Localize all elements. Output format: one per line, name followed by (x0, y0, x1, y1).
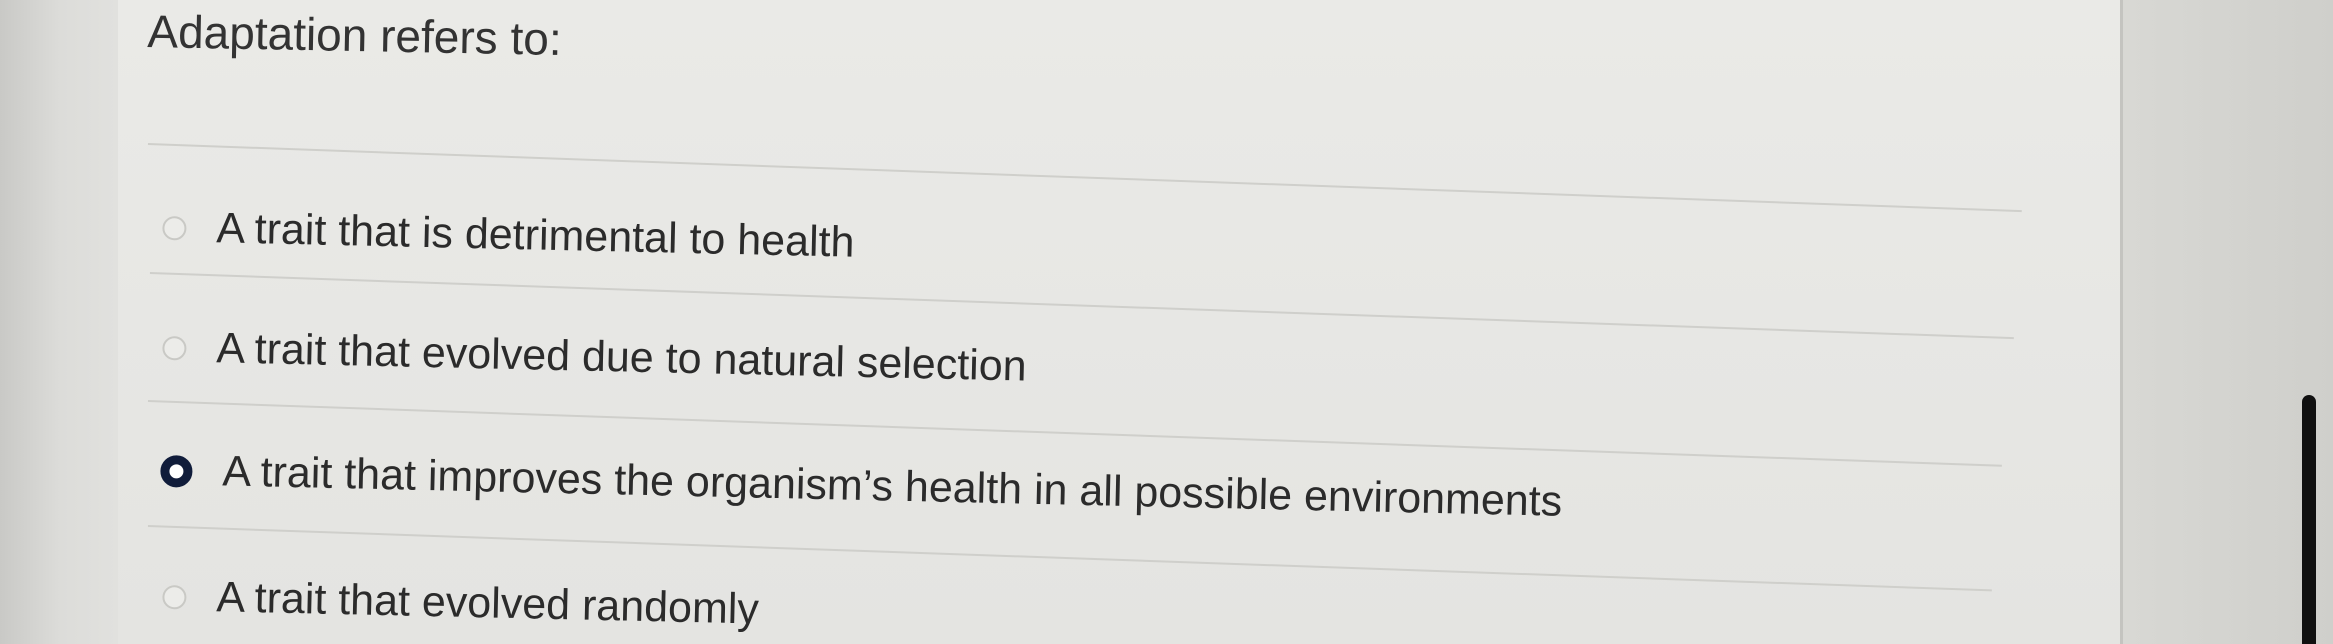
question-text: Adaptation refers to: (146, 4, 563, 65)
scrollbar[interactable] (2302, 395, 2316, 644)
radio-option-4[interactable] (162, 584, 187, 610)
radio-option-3-selected[interactable] (160, 454, 193, 488)
radio-option-2[interactable] (162, 335, 187, 361)
radio-option-1[interactable] (162, 215, 187, 241)
question-panel (118, 0, 2123, 644)
